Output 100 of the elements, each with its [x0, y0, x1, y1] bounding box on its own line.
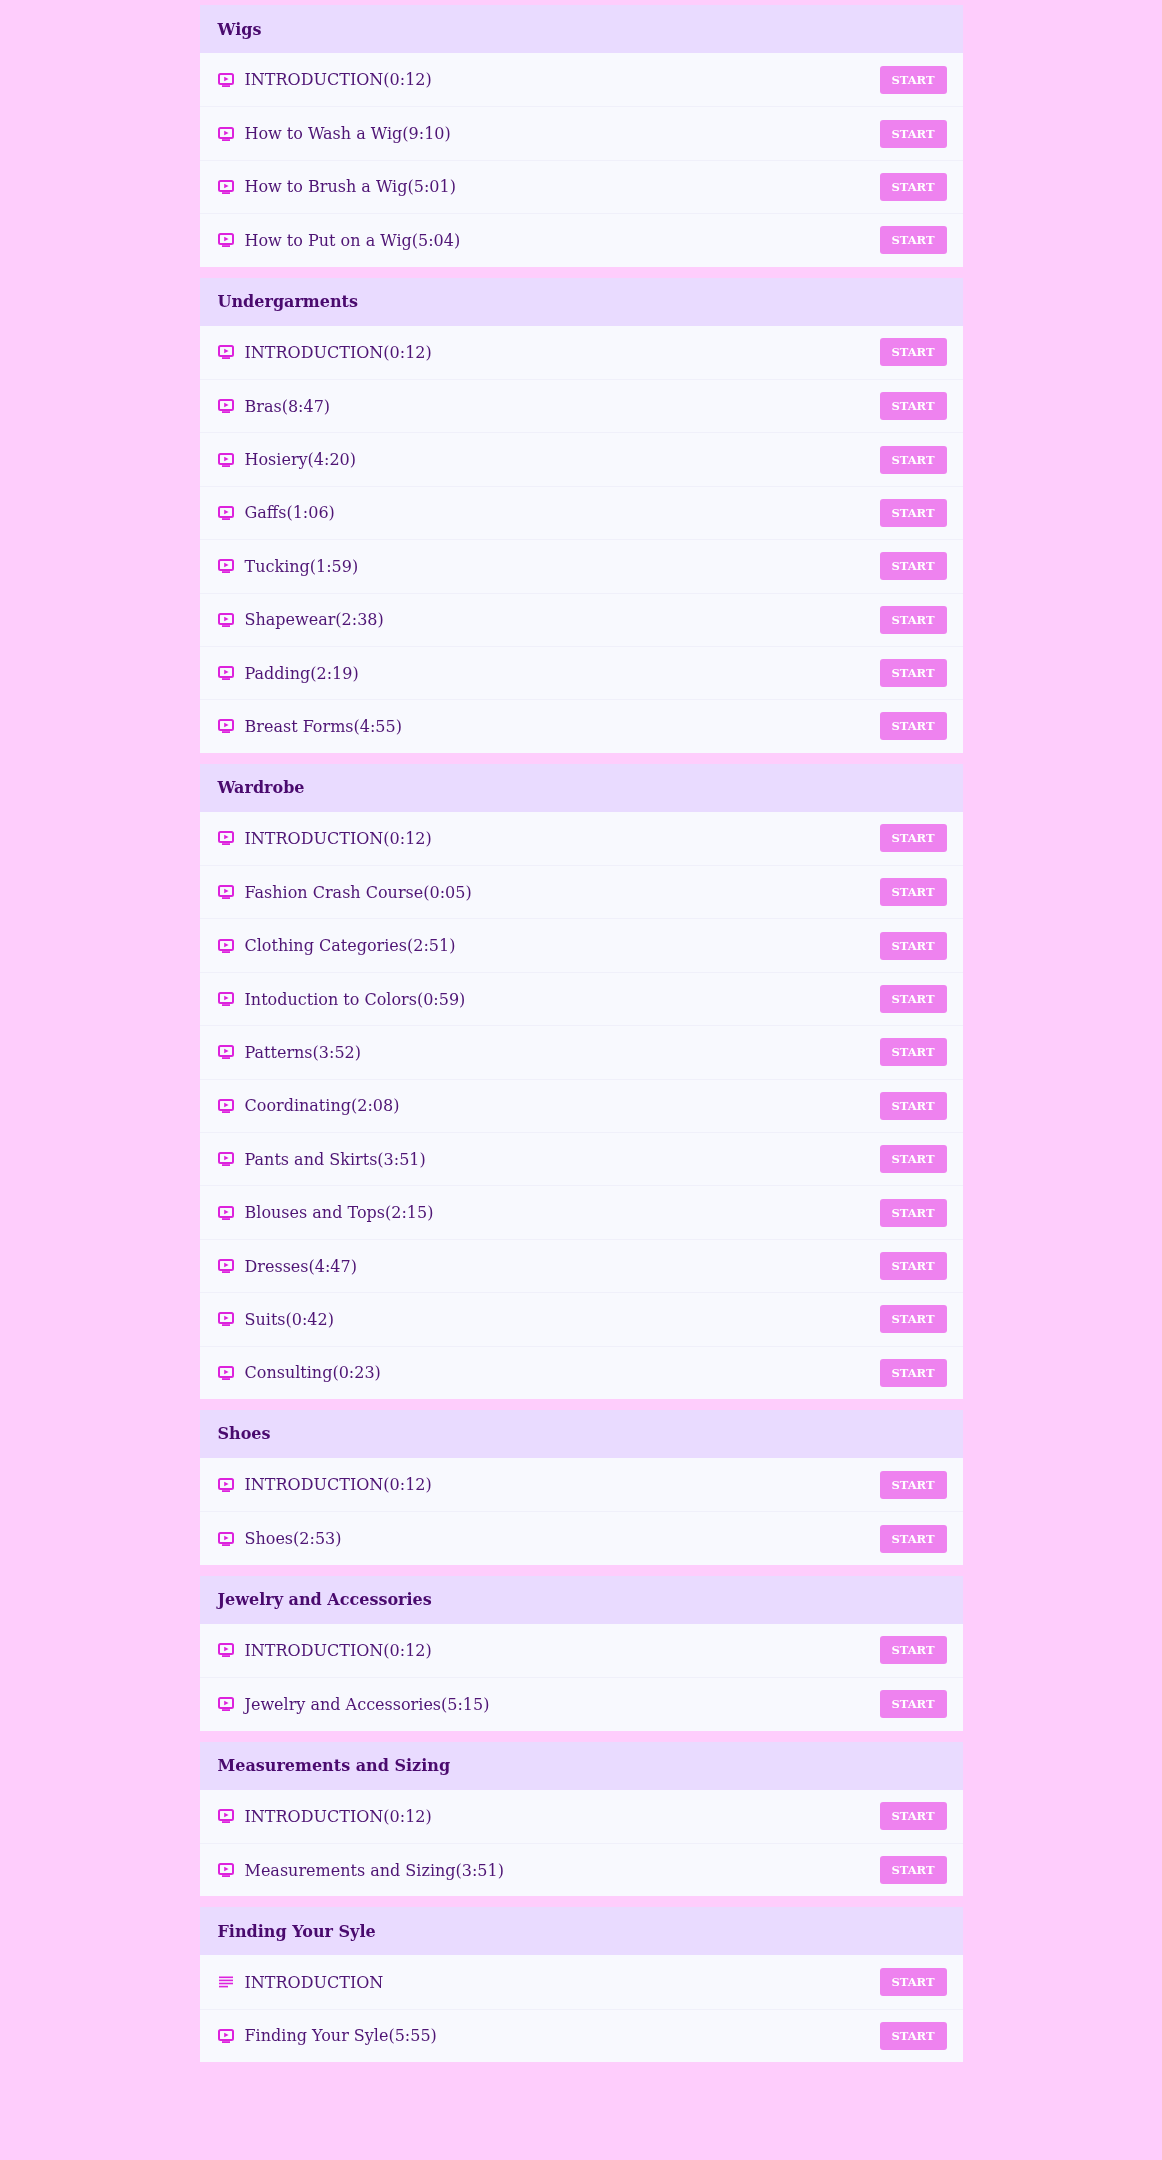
- lesson-row[interactable]: Gaffs(1:06) START: [199, 485, 963, 540]
- lesson-row[interactable]: Hosiery(4:20) START: [199, 432, 963, 486]
- lesson-title: How to Wash a Wig(9:10): [244, 124, 452, 144]
- lesson-title: How to Put on a Wig(5:04): [244, 230, 462, 250]
- lesson-row[interactable]: INTRODUCTION(0:12) START: [199, 1623, 963, 1678]
- lesson-title: Suits(0:42): [244, 1309, 335, 1329]
- lesson-title: INTRODUCTION(0:12): [244, 828, 433, 848]
- lesson-title: INTRODUCTION(0:12): [244, 70, 433, 90]
- lesson-row[interactable]: Pants and Skirts(3:51) START: [199, 1132, 963, 1186]
- lesson-title: INTRODUCTION: [244, 1972, 385, 1992]
- lesson-title: Intoduction to Colors(0:59): [244, 989, 467, 1009]
- lesson-title: Clothing Categories(2:51): [244, 936, 457, 956]
- lesson-title: Patterns(3:52): [244, 1042, 362, 1062]
- lesson-row[interactable]: INTRODUCTION(0:12) START: [199, 1458, 963, 1512]
- lesson-row[interactable]: Patterns(3:52) START: [199, 1025, 963, 1079]
- video-icon: [217, 345, 234, 360]
- video-icon: [217, 179, 234, 194]
- lesson-title: Shapewear(2:38): [244, 610, 385, 630]
- lesson-title: Tucking(1:59): [244, 556, 360, 576]
- lesson-row[interactable]: Shoes(2:53) START: [199, 1511, 963, 1565]
- lesson-row[interactable]: INTRODUCTION(0:12) START: [199, 53, 963, 107]
- lesson-row[interactable]: Intoduction to Colors(0:59) START: [199, 971, 963, 1026]
- video-icon: [217, 452, 234, 467]
- video-icon: [217, 1643, 234, 1658]
- lesson-row[interactable]: Padding(2:19) START: [199, 645, 963, 700]
- lesson-row[interactable]: How to Put on a Wig(5:04) START: [199, 213, 963, 267]
- lesson-title: Shoes(2:53): [244, 1529, 343, 1549]
- video-icon: [217, 831, 234, 846]
- section-title: Undergarments: [217, 292, 358, 312]
- video-icon: [217, 612, 234, 627]
- video-icon: [217, 992, 234, 1007]
- lesson-row[interactable]: Tucking(1:59) START: [199, 539, 963, 593]
- lesson-title: INTRODUCTION(0:12): [244, 1475, 433, 1495]
- lesson-title: Finding Your Syle(5:55): [244, 2026, 438, 2046]
- video-icon: [217, 2028, 234, 2043]
- lesson-row[interactable]: Jewelry and Accessories(5:15) START: [199, 1677, 963, 1731]
- lesson-title: Hosiery(4:20): [244, 450, 357, 470]
- lesson-title: Bras(8:47): [244, 396, 332, 416]
- video-icon: [217, 666, 234, 681]
- lesson-row[interactable]: Dresses(4:47) START: [199, 1238, 963, 1293]
- video-icon: [217, 126, 234, 141]
- lesson-row[interactable]: INTRODUCTION START: [199, 1955, 963, 2009]
- section-title: Jewelry and Accessories: [217, 1590, 432, 1610]
- video-icon: [217, 1477, 234, 1492]
- video-icon: [217, 719, 234, 734]
- video-icon: [217, 72, 234, 87]
- video-icon: [217, 1259, 234, 1273]
- section-title: Wardrobe: [217, 778, 305, 798]
- lesson-row[interactable]: Breast Forms(4:55) START: [199, 699, 963, 753]
- lesson-title: Blouses and Tops(2:15): [244, 1203, 435, 1223]
- video-icon: [217, 505, 234, 520]
- video-icon: [217, 1697, 234, 1712]
- lesson-row[interactable]: Measurements and Sizing(3:51) START: [199, 1842, 963, 1897]
- section-title: Finding Your Syle: [217, 1921, 376, 1941]
- video-icon: [217, 1205, 234, 1220]
- lesson-title: Fashion Crash Course(0:05): [244, 882, 473, 902]
- lesson-row[interactable]: Coordinating(2:08) START: [199, 1078, 963, 1133]
- lesson-row[interactable]: How to Brush a Wig(5:01) START: [199, 159, 963, 214]
- lesson-title: How to Brush a Wig(5:01): [244, 177, 457, 197]
- video-icon: [217, 1312, 234, 1327]
- section-title: Measurements and Sizing: [217, 1756, 451, 1776]
- lesson-row[interactable]: Fashion Crash Course(0:05) START: [199, 865, 963, 919]
- lesson-row[interactable]: How to Wash a Wig(9:10) START: [199, 106, 963, 160]
- lesson-title: Consulting(0:23): [244, 1363, 382, 1383]
- lesson-row[interactable]: Consulting(0:23) START: [199, 1345, 963, 1399]
- lesson-row[interactable]: INTRODUCTION(0:12) START: [199, 325, 963, 379]
- lesson-title: INTRODUCTION(0:12): [244, 1806, 433, 1826]
- lesson-title: Padding(2:19): [244, 663, 360, 683]
- lesson-title: INTRODUCTION(0:12): [244, 342, 433, 362]
- lesson-title: Coordinating(2:08): [244, 1096, 401, 1116]
- video-icon: [217, 1863, 234, 1878]
- section-title: Wigs: [217, 19, 262, 39]
- video-icon: [217, 1531, 234, 1546]
- video-icon: [217, 1098, 234, 1113]
- video-icon: [217, 399, 234, 414]
- lesson-row[interactable]: Shapewear(2:38) START: [199, 592, 963, 646]
- lesson-title: INTRODUCTION(0:12): [244, 1640, 433, 1660]
- video-icon: [217, 1365, 234, 1380]
- section-title: Shoes: [217, 1424, 271, 1444]
- lesson-row[interactable]: Suits(0:42) START: [199, 1292, 963, 1346]
- lesson-row[interactable]: Blouses and Tops(2:15) START: [199, 1185, 963, 1239]
- lesson-row[interactable]: Bras(8:47) START: [199, 378, 963, 433]
- lesson-title: Jewelry and Accessories(5:15): [244, 1694, 491, 1714]
- video-icon: [217, 1045, 234, 1060]
- text-lines-icon: [217, 1976, 234, 1988]
- video-icon: [217, 233, 234, 248]
- lesson-title: Pants and Skirts(3:51): [244, 1149, 427, 1169]
- video-icon: [217, 938, 234, 953]
- video-icon: [217, 1809, 234, 1824]
- lesson-title: Breast Forms(4:55): [244, 717, 403, 736]
- lesson-row[interactable]: INTRODUCTION(0:12) START: [199, 811, 963, 866]
- lesson-title: Dresses(4:47): [244, 1256, 358, 1276]
- lesson-title: Measurements and Sizing(3:51): [244, 1860, 505, 1880]
- video-icon: [217, 1152, 234, 1167]
- lesson-row[interactable]: Clothing Categories(2:51) START: [199, 918, 963, 972]
- video-icon: [217, 885, 234, 900]
- lesson-row[interactable]: Finding Your Syle(5:55) START: [199, 2008, 963, 2063]
- lesson-title: Gaffs(1:06): [244, 503, 336, 523]
- lesson-row[interactable]: INTRODUCTION(0:12) START: [199, 1789, 963, 1843]
- video-icon: [217, 559, 234, 574]
